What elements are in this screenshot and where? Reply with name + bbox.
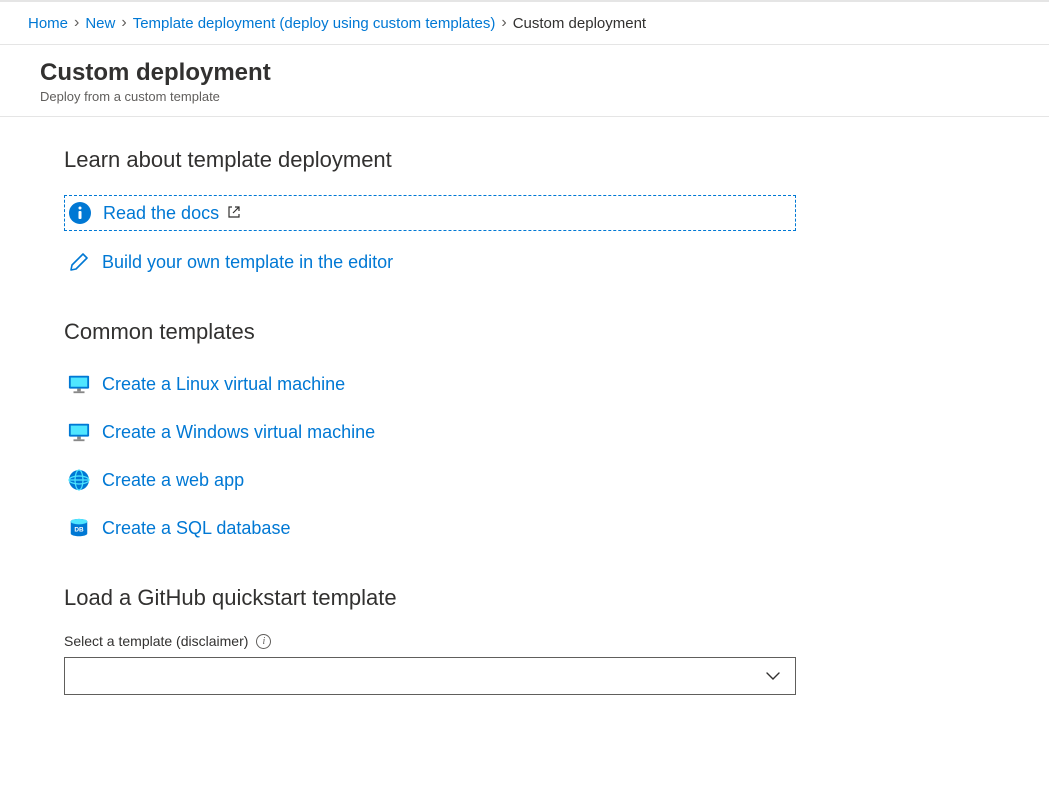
create-sql-db-link[interactable]: DB Create a SQL database	[64, 511, 985, 545]
create-windows-vm-label: Create a Windows virtual machine	[102, 422, 375, 443]
breadcrumb-current: Custom deployment	[513, 15, 646, 32]
read-docs-label: Read the docs	[103, 203, 219, 224]
chevron-right-icon: ›	[74, 14, 79, 32]
breadcrumb-template-deployment[interactable]: Template deployment (deploy using custom…	[133, 15, 496, 32]
read-docs-link[interactable]: Read the docs	[64, 195, 796, 231]
content-area: Learn about template deployment Read the…	[0, 117, 1049, 775]
svg-text:DB: DB	[74, 527, 84, 534]
quickstart-heading: Load a GitHub quickstart template	[64, 585, 985, 611]
quickstart-section: Load a GitHub quickstart template Select…	[64, 585, 985, 695]
chevron-right-icon: ›	[501, 14, 506, 32]
page-header: Custom deployment Deploy from a custom t…	[0, 45, 1049, 117]
create-linux-vm-link[interactable]: Create a Linux virtual machine	[64, 367, 985, 401]
select-template-dropdown[interactable]	[64, 657, 796, 695]
build-template-label: Build your own template in the editor	[102, 252, 393, 273]
create-windows-vm-link[interactable]: Create a Windows virtual machine	[64, 415, 985, 449]
page-title: Custom deployment	[40, 59, 1021, 87]
select-template-label: Select a template (disclaimer)	[64, 633, 248, 649]
chevron-right-icon: ›	[121, 14, 126, 32]
create-sql-db-label: Create a SQL database	[102, 518, 290, 539]
create-web-app-link[interactable]: Create a web app	[64, 463, 985, 497]
web-app-icon	[68, 469, 90, 491]
external-link-icon	[227, 205, 241, 222]
vm-icon	[68, 373, 90, 395]
breadcrumb-home[interactable]: Home	[28, 15, 68, 32]
select-template-label-row: Select a template (disclaimer) i	[64, 633, 985, 649]
breadcrumb: Home › New › Template deployment (deploy…	[0, 2, 1049, 45]
common-templates-heading: Common templates	[64, 319, 985, 345]
create-linux-vm-label: Create a Linux virtual machine	[102, 374, 345, 395]
sql-database-icon: DB	[68, 517, 90, 539]
breadcrumb-new[interactable]: New	[85, 15, 115, 32]
learn-section-heading: Learn about template deployment	[64, 147, 985, 173]
build-template-link[interactable]: Build your own template in the editor	[64, 245, 985, 279]
info-icon	[69, 202, 91, 224]
vm-icon	[68, 421, 90, 443]
common-templates-section: Common templates Create a Linux virtual …	[64, 319, 985, 545]
learn-section: Learn about template deployment Read the…	[64, 147, 985, 279]
create-web-app-label: Create a web app	[102, 470, 244, 491]
info-icon[interactable]: i	[256, 634, 271, 649]
page-subtitle: Deploy from a custom template	[40, 89, 1021, 104]
chevron-down-icon	[765, 668, 781, 684]
pencil-icon	[68, 251, 90, 273]
